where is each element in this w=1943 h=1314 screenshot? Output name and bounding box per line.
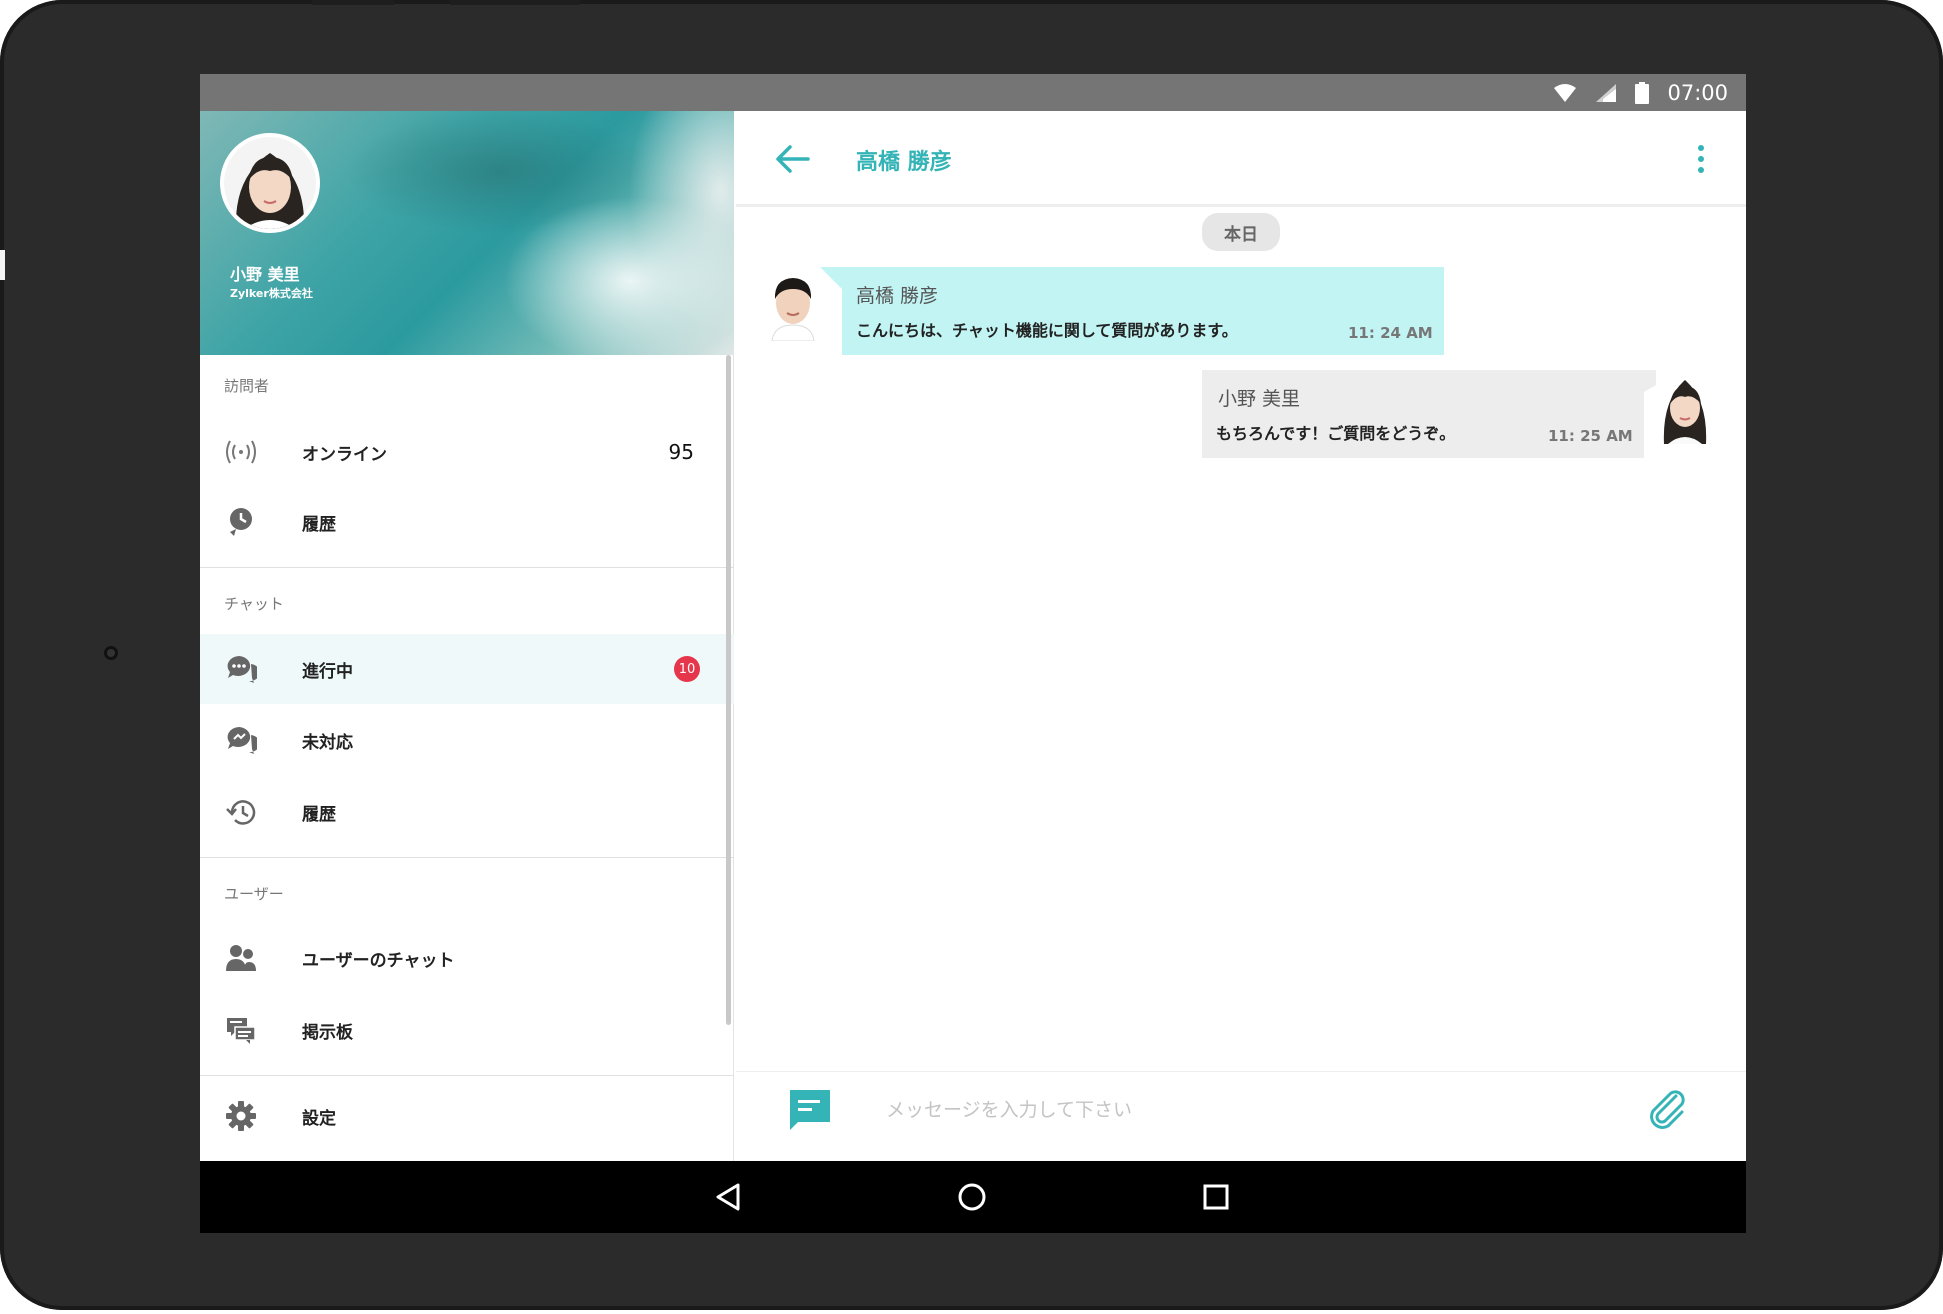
sidebar-item-feeds[interactable]: 掲示板 xyxy=(200,995,734,1065)
front-camera xyxy=(104,646,118,660)
message-time: 11: 25 AM xyxy=(1548,427,1633,445)
profile-company: Zylker株式会社 xyxy=(230,287,313,300)
section-divider xyxy=(200,1075,734,1076)
sidebar-item-chat-history[interactable]: 履歴 xyxy=(200,777,734,847)
online-count: 95 xyxy=(668,440,694,464)
section-divider xyxy=(200,567,734,568)
sidebar-item-settings[interactable]: 設定 xyxy=(200,1081,734,1151)
users-icon xyxy=(224,941,258,975)
section-divider xyxy=(200,857,734,858)
profile-avatar[interactable] xyxy=(220,133,320,233)
section-header-users: ユーザー xyxy=(224,885,284,903)
sidebar-item-label: 掲示板 xyxy=(302,1022,353,1043)
message-sender: 高橋 勝彦 xyxy=(856,285,939,307)
sidebar-item-missed[interactable]: 未対応 xyxy=(200,705,734,775)
wifi-icon xyxy=(1553,83,1577,103)
chat-header: 高橋 勝彦 xyxy=(736,111,1746,207)
message-text: こんにちは、チャット機能に関して質問があります。 xyxy=(856,321,1238,340)
chat-panel: 高橋 勝彦 本日 高橋 勝彦 こんにちは、チャット機能に関して質問があります。 … xyxy=(736,111,1746,1161)
attachment-icon[interactable] xyxy=(1646,1088,1690,1132)
sidebar-scrollbar[interactable] xyxy=(726,355,731,1025)
status-bar: 07:00 xyxy=(200,74,1746,111)
broadcast-icon xyxy=(224,435,258,469)
signal-icon xyxy=(1595,83,1617,103)
message-sender: 小野 美里 xyxy=(1218,388,1301,410)
ongoing-count-badge: 10 xyxy=(674,656,700,682)
chat-ongoing-icon xyxy=(224,652,258,686)
more-options-icon[interactable] xyxy=(1696,141,1706,177)
date-separator: 本日 xyxy=(1202,213,1280,251)
sidebar-item-user-chat[interactable]: ユーザーのチャット xyxy=(200,923,734,993)
message-time: 11: 24 AM xyxy=(1348,324,1433,342)
sidebar-item-label: 未対応 xyxy=(302,732,353,753)
navigation-drawer: 小野 美里 Zylker株式会社 訪問者 オンライン 95 履歴 チャット 進行… xyxy=(200,111,734,1161)
section-header-visitors: 訪問者 xyxy=(224,377,270,395)
gear-icon xyxy=(224,1099,258,1133)
back-triangle-icon[interactable] xyxy=(710,1179,746,1215)
agent-avatar[interactable] xyxy=(764,267,822,341)
system-navigation-bar xyxy=(200,1161,1746,1233)
volume-button xyxy=(450,0,580,5)
chat-missed-icon xyxy=(224,723,258,757)
sidebar-item-online[interactable]: オンライン 95 xyxy=(200,417,734,487)
section-header-chat: チャット xyxy=(224,595,284,613)
device-screen: 07:00 小野 美里 Zylker株式会社 訪問者 オンライン 95 履歴 チ… xyxy=(200,74,1746,1233)
profile-header: 小野 美里 Zylker株式会社 xyxy=(200,111,734,355)
chat-title: 高橋 勝彦 xyxy=(856,150,952,175)
profile-name: 小野 美里 xyxy=(230,265,300,284)
battery-icon xyxy=(1635,81,1650,104)
canned-response-icon[interactable] xyxy=(788,1088,832,1132)
sidebar-item-label: 履歴 xyxy=(302,804,336,825)
sidebar-item-visitor-history[interactable]: 履歴 xyxy=(200,487,734,557)
back-arrow-icon[interactable] xyxy=(774,143,810,175)
sidebar-item-label: ユーザーのチャット xyxy=(302,950,455,971)
feeds-icon xyxy=(224,1013,258,1047)
compose-bar xyxy=(736,1071,1746,1147)
sidebar-item-ongoing[interactable]: 進行中 10 xyxy=(200,634,734,704)
user-avatar[interactable] xyxy=(1656,370,1714,444)
recents-square-icon[interactable] xyxy=(1198,1179,1234,1215)
sidebar-item-label: 履歴 xyxy=(302,514,336,535)
history-icon xyxy=(224,795,258,829)
sidebar-item-label: オンライン xyxy=(302,444,387,465)
visitor-history-icon xyxy=(224,505,258,539)
home-circle-icon[interactable] xyxy=(954,1179,990,1215)
status-time: 07:00 xyxy=(1667,80,1728,105)
side-button xyxy=(0,250,5,280)
message-incoming[interactable]: 高橋 勝彦 こんにちは、チャット機能に関して質問があります。 11: 24 AM xyxy=(820,267,1444,355)
message-input[interactable] xyxy=(886,1090,1606,1130)
power-button xyxy=(312,0,394,5)
sidebar-item-label: 設定 xyxy=(302,1108,336,1129)
tablet-frame: 07:00 小野 美里 Zylker株式会社 訪問者 オンライン 95 履歴 チ… xyxy=(0,0,1943,1310)
message-text: もちろんです！ご質問をどうぞ。 xyxy=(1216,424,1456,443)
message-outgoing[interactable]: 小野 美里 もちろんです！ご質問をどうぞ。 11: 25 AM xyxy=(1202,370,1682,458)
sidebar-item-label: 進行中 xyxy=(302,661,353,682)
